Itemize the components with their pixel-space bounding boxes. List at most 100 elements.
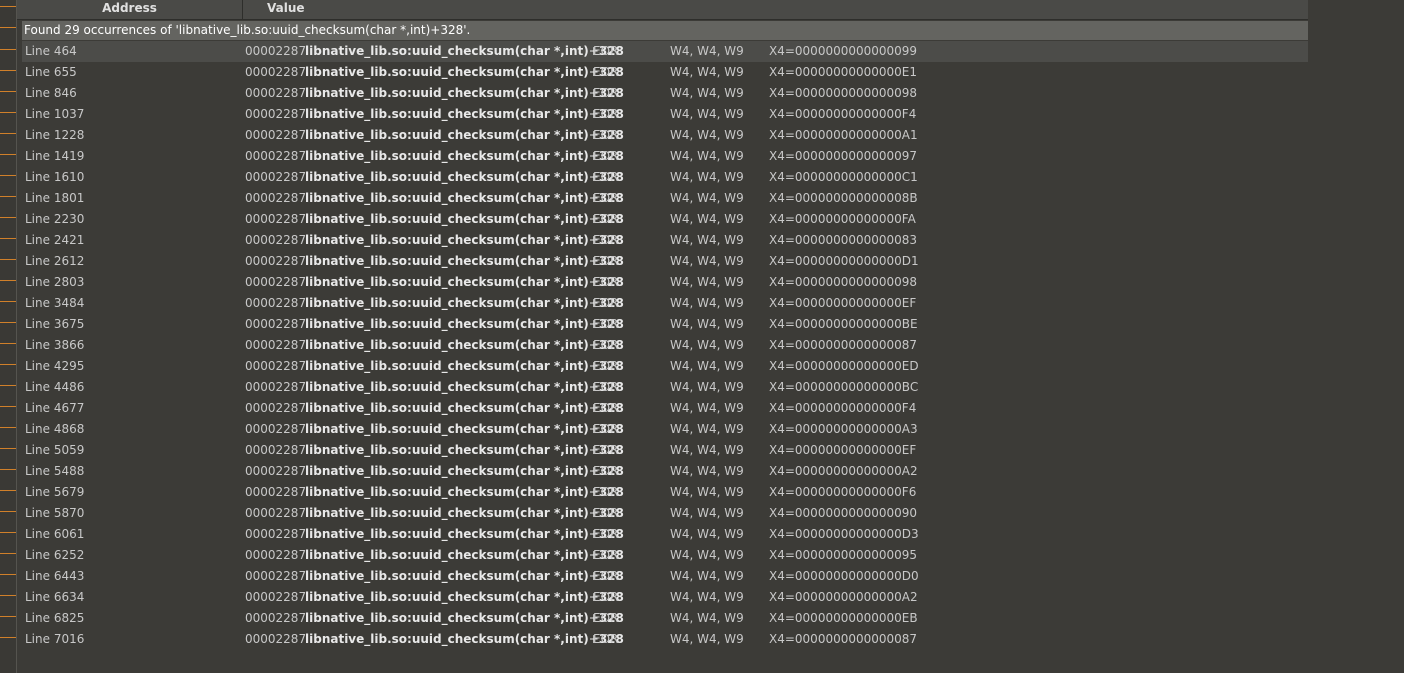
register-value: X4=000000000000008B — [769, 191, 918, 205]
instruction-operands: W4, W4, W9 — [670, 170, 744, 184]
instruction-mnemonic: EOR — [593, 149, 619, 163]
symbol-text: libnative_lib.so:uuid_checksum(char *,in… — [305, 443, 589, 457]
instruction-operands: W4, W4, W9 — [670, 44, 744, 58]
result-row[interactable]: Line 2421 00002287 libnative_lib.so:uuid_c… — [22, 230, 1308, 251]
result-row[interactable]: Line 1801 00002287 libnative_lib.so:uuid_c… — [22, 188, 1308, 209]
gutter-tick — [0, 27, 16, 28]
result-row[interactable]: Line 3675 00002287 libnative_lib.so:uuid_c… — [22, 314, 1308, 335]
symbol-name: libnative_lib.so:uuid_checksum(char *,in… — [305, 440, 624, 461]
result-row[interactable]: Line 6061 00002287 libnative_lib.so:uuid_c… — [22, 524, 1308, 545]
result-row[interactable]: Line 4295 00002287 libnative_lib.so:uuid_c… — [22, 356, 1308, 377]
symbol-name: libnative_lib.so:uuid_checksum(char *,in… — [305, 461, 624, 482]
result-row[interactable]: Line 4677 00002287 libnative_lib.so:uuid_c… — [22, 398, 1308, 419]
address-value: 00002287 — [245, 44, 307, 58]
address-column-header[interactable]: Address — [17, 0, 243, 19]
instruction-mnemonic: EOR — [593, 275, 619, 289]
result-row[interactable]: Line 1610 00002287 libnative_lib.so:uuid_c… — [22, 167, 1308, 188]
result-row[interactable]: Line 6825 00002287 libnative_lib.so:uuid_c… — [22, 608, 1308, 629]
result-row[interactable]: Line 846 00002287 libnative_lib.so:uuid_ch… — [22, 83, 1308, 104]
gutter-tick — [0, 175, 16, 176]
line-number: Line 2421 — [25, 233, 85, 247]
gutter-tick — [0, 91, 16, 92]
result-row[interactable]: Line 2230 00002287 libnative_lib.so:uuid_c… — [22, 209, 1308, 230]
symbol-text: libnative_lib.so:uuid_checksum(char *,in… — [305, 170, 589, 184]
result-row[interactable]: Line 5059 00002287 libnative_lib.so:uuid_c… — [22, 440, 1308, 461]
address-value: 00002287 — [245, 254, 307, 268]
result-row[interactable]: Line 1419 00002287 libnative_lib.so:uuid_c… — [22, 146, 1308, 167]
symbol-name: libnative_lib.so:uuid_checksum(char *,in… — [305, 377, 624, 398]
address-value: 00002287 — [245, 191, 307, 205]
instruction-operands: W4, W4, W9 — [670, 506, 744, 520]
register-value: X4=00000000000000E1 — [769, 65, 918, 79]
symbol-text: libnative_lib.so:uuid_checksum(char *,in… — [305, 212, 589, 226]
address-value: 00002287 — [245, 380, 307, 394]
address-value: 00002287 — [245, 527, 307, 541]
symbol-text: libnative_lib.so:uuid_checksum(char *,in… — [305, 359, 589, 373]
result-row[interactable]: Line 6252 00002287 libnative_lib.so:uuid_c… — [22, 545, 1308, 566]
gutter-tick — [0, 616, 16, 617]
register-value: X4=0000000000000087 — [769, 338, 918, 352]
result-row[interactable]: Line 5679 00002287 libnative_lib.so:uuid_c… — [22, 482, 1308, 503]
line-number: Line 4486 — [25, 380, 85, 394]
instruction-operands: W4, W4, W9 — [670, 338, 744, 352]
result-row[interactable]: Line 1228 00002287 libnative_lib.so:uuid_c… — [22, 125, 1308, 146]
instruction-mnemonic: EOR — [593, 233, 619, 247]
instruction-operands: W4, W4, W9 — [670, 107, 744, 121]
instruction-operands: W4, W4, W9 — [670, 359, 744, 373]
gutter-tick — [0, 637, 16, 638]
instruction-mnemonic: EOR — [593, 611, 619, 625]
address-value: 00002287 — [245, 275, 307, 289]
register-value: X4=00000000000000F4 — [769, 107, 917, 121]
value-column-header[interactable]: Value — [267, 0, 305, 16]
register-value: X4=0000000000000098 — [769, 275, 918, 289]
gutter-tick — [0, 259, 16, 260]
instruction-operands: W4, W4, W9 — [670, 464, 744, 478]
symbol-text: libnative_lib.so:uuid_checksum(char *,in… — [305, 569, 589, 583]
address-value: 00002287 — [245, 86, 307, 100]
result-row[interactable]: Line 5488 00002287 libnative_lib.so:uuid_c… — [22, 461, 1308, 482]
symbol-name: libnative_lib.so:uuid_checksum(char *,in… — [305, 125, 624, 146]
register-value: X4=00000000000000C1 — [769, 170, 918, 184]
result-row[interactable]: Line 4868 00002287 libnative_lib.so:uuid_c… — [22, 419, 1308, 440]
symbol-name: libnative_lib.so:uuid_checksum(char *,in… — [305, 524, 624, 545]
instruction-operands: W4, W4, W9 — [670, 317, 744, 331]
symbol-text: libnative_lib.so:uuid_checksum(char *,in… — [305, 65, 589, 79]
symbol-text: libnative_lib.so:uuid_checksum(char *,in… — [305, 317, 589, 331]
result-row[interactable]: Line 3484 00002287 libnative_lib.so:uuid_c… — [22, 293, 1308, 314]
register-value: X4=00000000000000EF — [769, 443, 917, 457]
address-value: 00002287 — [245, 464, 307, 478]
result-row[interactable]: Line 4486 00002287 libnative_lib.so:uuid_c… — [22, 377, 1308, 398]
results-list: Line 464 00002287 libnative_lib.so:uuid_ch… — [22, 41, 1308, 650]
symbol-text: libnative_lib.so:uuid_checksum(char *,in… — [305, 422, 589, 436]
symbol-text: libnative_lib.so:uuid_checksum(char *,in… — [305, 401, 589, 415]
result-row[interactable]: Line 2803 00002287 libnative_lib.so:uuid_c… — [22, 272, 1308, 293]
result-row[interactable]: Line 5870 00002287 libnative_lib.so:uuid_c… — [22, 503, 1308, 524]
instruction-operands: W4, W4, W9 — [670, 590, 744, 604]
symbol-text: libnative_lib.so:uuid_checksum(char *,in… — [305, 485, 589, 499]
result-row[interactable]: Line 6634 00002287 libnative_lib.so:uuid_c… — [22, 587, 1308, 608]
symbol-name: libnative_lib.so:uuid_checksum(char *,in… — [305, 83, 624, 104]
result-row[interactable]: Line 3866 00002287 libnative_lib.so:uuid_c… — [22, 335, 1308, 356]
symbol-text: libnative_lib.so:uuid_checksum(char *,in… — [305, 632, 589, 646]
register-value: X4=00000000000000F6 — [769, 485, 917, 499]
instruction-mnemonic: EOR — [593, 296, 619, 310]
instruction-operands: W4, W4, W9 — [670, 254, 744, 268]
symbol-name: libnative_lib.so:uuid_checksum(char *,in… — [305, 629, 624, 650]
register-value: X4=00000000000000A3 — [769, 422, 918, 436]
result-row[interactable]: Line 655 00002287 libnative_lib.so:uuid_ch… — [22, 62, 1308, 83]
result-row[interactable]: Line 7016 00002287 libnative_lib.so:uuid_c… — [22, 629, 1308, 650]
instruction-operands: W4, W4, W9 — [670, 86, 744, 100]
instruction-operands: W4, W4, W9 — [670, 380, 744, 394]
line-number: Line 4295 — [25, 359, 85, 373]
line-number: Line 2230 — [25, 212, 85, 226]
address-value: 00002287 — [245, 590, 307, 604]
gutter-tick — [0, 196, 16, 197]
result-row[interactable]: Line 6443 00002287 libnative_lib.so:uuid_c… — [22, 566, 1308, 587]
symbol-name: libnative_lib.so:uuid_checksum(char *,in… — [305, 167, 624, 188]
result-row[interactable]: Line 2612 00002287 libnative_lib.so:uuid_c… — [22, 251, 1308, 272]
symbol-text: libnative_lib.so:uuid_checksum(char *,in… — [305, 149, 589, 163]
symbol-name: libnative_lib.so:uuid_checksum(char *,in… — [305, 62, 624, 83]
result-row[interactable]: Line 464 00002287 libnative_lib.so:uuid_ch… — [22, 41, 1308, 62]
result-row[interactable]: Line 1037 00002287 libnative_lib.so:uuid_c… — [22, 104, 1308, 125]
overview-gutter[interactable] — [0, 0, 17, 673]
